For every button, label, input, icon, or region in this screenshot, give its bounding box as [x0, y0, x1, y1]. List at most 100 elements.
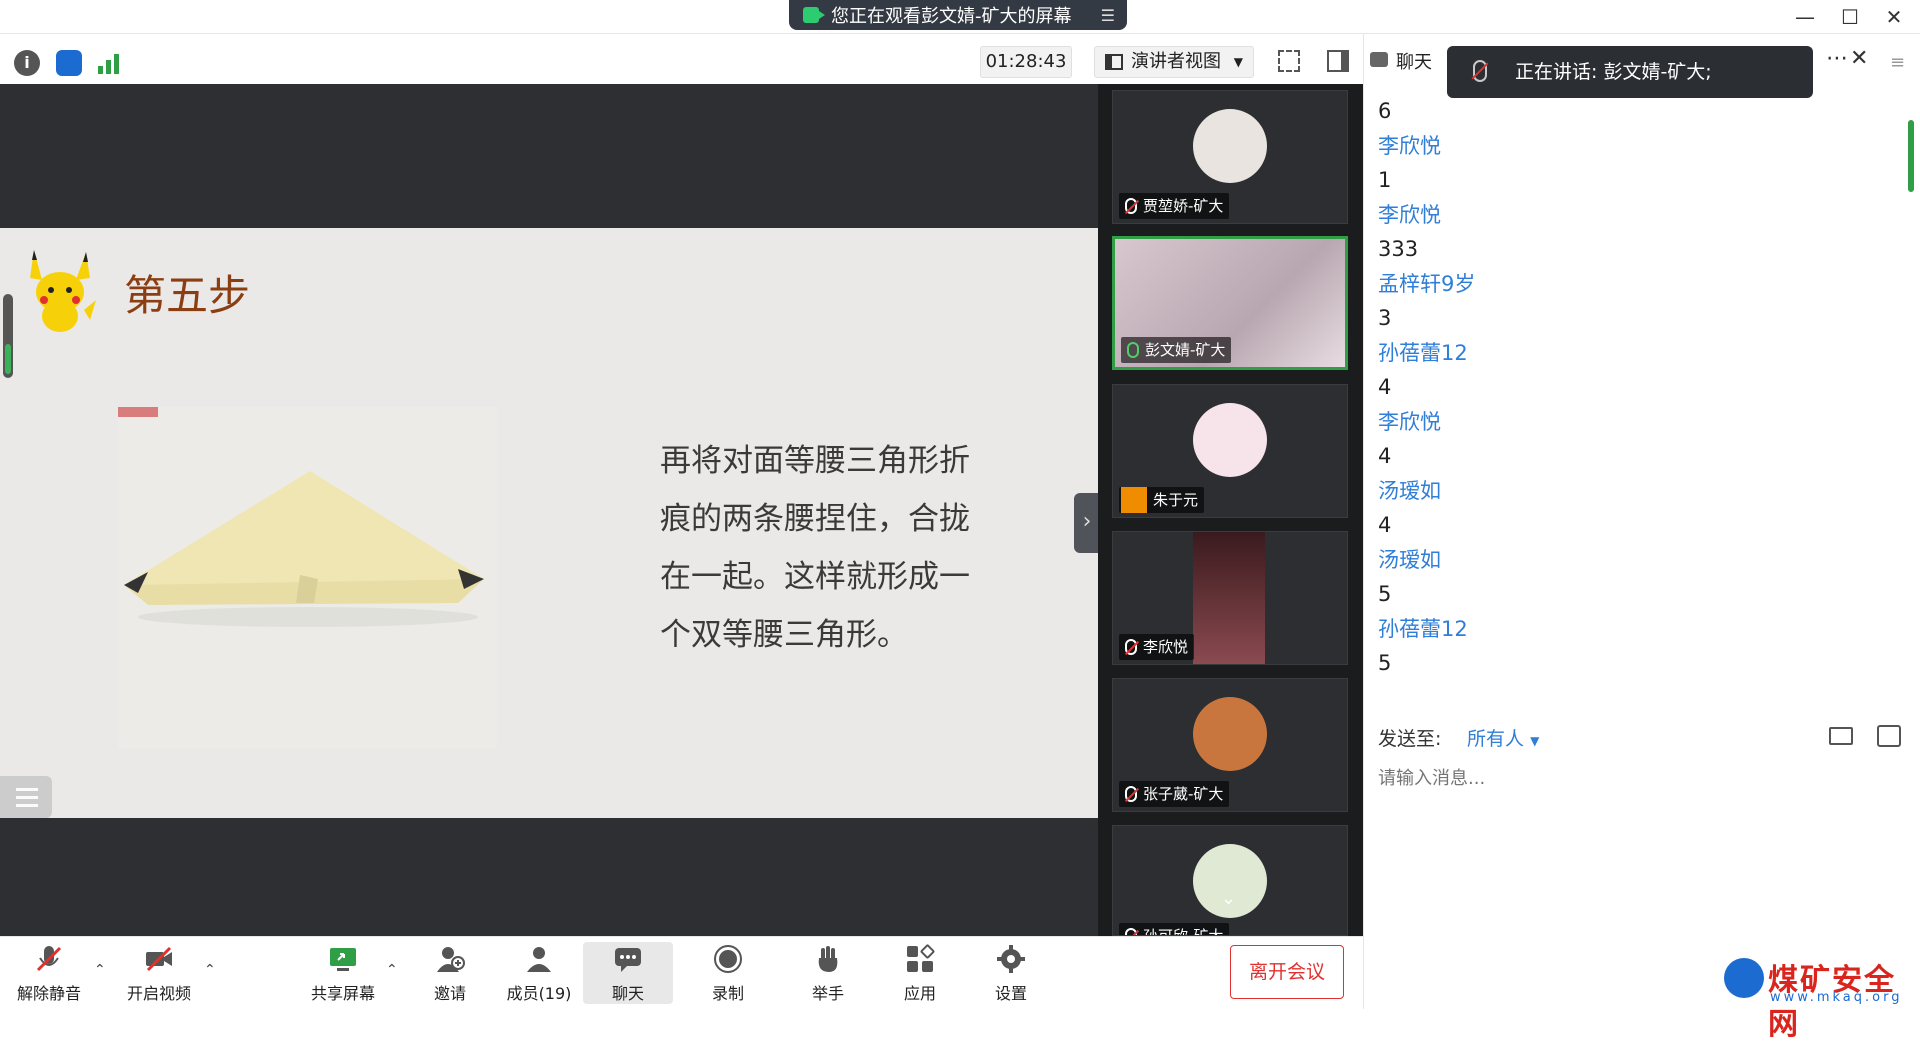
file-icon[interactable] — [1829, 727, 1853, 745]
participant-tile[interactable]: 朱于元 — [1112, 384, 1348, 518]
video-off-icon — [146, 946, 172, 972]
apps-label: 应用 — [903, 984, 936, 1003]
participant-label: 张子葳-矿大 — [1119, 781, 1230, 807]
participant-tile[interactable]: 张子葳-矿大 — [1112, 678, 1348, 812]
add-user-icon — [437, 947, 465, 972]
chat-message-text: 4 — [1378, 375, 1392, 399]
record-label: 录制 — [711, 984, 744, 1003]
list-icon[interactable] — [0, 776, 52, 818]
members-label: 成员(19) — [506, 984, 572, 1003]
video-feed — [1193, 532, 1265, 664]
chat-message-text: 333 — [1378, 237, 1419, 261]
chat-sender-name: 汤瑷如 — [1378, 547, 1441, 572]
leave-meeting-button[interactable]: 离开会议 — [1230, 945, 1344, 999]
share-screen-button[interactable]: 共享屏幕 — [298, 942, 388, 1004]
sidebar-icon[interactable] — [1327, 50, 1349, 72]
maximize-button[interactable]: ☐ — [1830, 2, 1870, 32]
send-to-select[interactable]: 所有人 ▼ — [1467, 724, 1539, 751]
invite-button[interactable]: 邀请 — [405, 942, 495, 1004]
chat-message-text: 5 — [1378, 651, 1392, 675]
mic-off-icon — [1125, 928, 1137, 935]
chat-message-text: 6 — [1378, 99, 1392, 123]
volume-indicator — [3, 294, 13, 378]
mic-off-icon — [36, 946, 62, 972]
share-screen-icon — [330, 948, 356, 971]
raise-hand-button[interactable]: 举手 — [783, 942, 873, 1004]
watermark-logo — [1724, 958, 1764, 998]
participant-label: 贾堃娇-矿大 — [1119, 193, 1230, 219]
close-chat-icon[interactable]: ✕ — [1850, 46, 1868, 71]
chat-sender-name: 孟梓轩9岁 — [1378, 271, 1476, 296]
person-icon — [1121, 487, 1147, 513]
chat-sender-name: 孙蓓蕾12 — [1378, 340, 1468, 365]
collapse-panel-icon[interactable]: ≡ — [1890, 52, 1905, 73]
chevron-down-icon: ▼ — [1233, 55, 1243, 69]
slide-title: 第五步 — [124, 271, 251, 320]
more-options-icon[interactable]: ⋯ — [1826, 46, 1848, 71]
invite-label: 邀请 — [433, 984, 466, 1003]
video-options-caret[interactable]: ⌃ — [204, 962, 216, 978]
apps-icon — [907, 944, 935, 972]
share-options-caret[interactable]: ⌃ — [386, 962, 398, 978]
gear-icon — [997, 945, 1025, 973]
shield-icon[interactable] — [56, 50, 82, 76]
send-to-value: 所有人 — [1467, 728, 1525, 750]
view-mode-label: 演讲者视图 — [1131, 51, 1221, 72]
participant-tile-active[interactable]: 彭文婧-矿大 — [1112, 236, 1348, 370]
participant-tile[interactable]: 李欣悦 — [1112, 531, 1348, 665]
fullscreen-icon[interactable] — [1278, 50, 1300, 72]
chat-sender-name: 汤瑷如 — [1378, 478, 1441, 503]
chat-title: 聊天 — [1396, 52, 1432, 73]
menu-icon[interactable]: ☰ — [1101, 6, 1115, 25]
participant-label: 孙可欣-矿大 — [1119, 923, 1230, 935]
settings-button[interactable]: 设置 — [966, 942, 1056, 1004]
chat-message-text: 4 — [1378, 513, 1392, 537]
mic-off-icon — [1125, 786, 1137, 802]
hand-icon — [818, 946, 838, 972]
mic-off-icon — [1125, 639, 1137, 655]
view-mode-select[interactable]: 演讲者视图 ▼ — [1094, 46, 1254, 78]
participant-tile[interactable]: ⌄ 孙可欣-矿大 — [1112, 825, 1348, 936]
unmute-label: 解除静音 — [16, 984, 81, 1003]
chat-message-input[interactable] — [1378, 760, 1898, 796]
unmute-button[interactable]: 解除静音 — [4, 942, 94, 1004]
members-button[interactable]: 成员(19) — [494, 942, 584, 1004]
share-screen-label: 共享屏幕 — [310, 984, 375, 1003]
speaking-banner: 正在讲话: 彭文婧-矿大; — [1447, 46, 1813, 98]
chat-sender-name: 李欣悦 — [1378, 409, 1441, 434]
apps-button[interactable]: 应用 — [875, 942, 965, 1004]
share-status-text: 您正在观看彭文婧-矿大的屏幕 — [831, 6, 1072, 27]
mic-off-icon — [1473, 60, 1487, 82]
notice-icon[interactable] — [1877, 725, 1901, 747]
signal-icon[interactable] — [98, 52, 122, 74]
speaking-text: 正在讲话: 彭文婧-矿大; — [1515, 61, 1712, 83]
settings-label: 设置 — [994, 984, 1027, 1003]
start-video-label: 开启视频 — [126, 984, 191, 1003]
audio-options-caret[interactable]: ⌃ — [94, 962, 106, 978]
collapse-videos-button[interactable]: › — [1074, 493, 1100, 553]
record-icon — [714, 945, 742, 973]
meeting-timer: 01:28:43 — [980, 46, 1072, 78]
chat-message-list: 6 李欣悦 1 李欣悦 333 孟梓轩9岁 3 孙蓓蕾12 4 李欣悦 4 汤瑷如 4 汤瑷如 5 孙蓓蕾12… — [1378, 94, 1898, 681]
info-icon[interactable]: i — [14, 50, 40, 76]
avatar — [1193, 403, 1267, 477]
chat-sender-name: 孙蓓蕾12 — [1378, 616, 1468, 641]
close-window-button[interactable]: ✕ — [1874, 2, 1914, 32]
record-button[interactable]: 录制 — [683, 942, 773, 1004]
raise-hand-label: 举手 — [811, 984, 844, 1003]
participant-label: 彭文婧-矿大 — [1121, 337, 1232, 363]
chat-scrollbar[interactable] — [1908, 120, 1914, 192]
chat-message-text: 3 — [1378, 306, 1392, 330]
send-to-label: 发送至: — [1378, 728, 1442, 750]
chat-button[interactable]: 聊天 — [583, 942, 673, 1004]
minimize-button[interactable]: — — [1785, 2, 1825, 32]
participant-tile[interactable]: 贾堃娇-矿大 — [1112, 90, 1348, 224]
share-status-pill[interactable]: 您正在观看彭文婧-矿大的屏幕 ☰ — [789, 0, 1127, 30]
chat-message-text: 4 — [1378, 444, 1392, 468]
chat-icon — [615, 948, 641, 972]
start-video-button[interactable]: 开启视频 — [114, 942, 204, 1004]
chat-sender-name: 李欣悦 — [1378, 133, 1441, 158]
chevron-down-icon[interactable]: ⌄ — [1221, 888, 1236, 909]
speaker-view-icon — [1105, 54, 1123, 70]
avatar — [1193, 109, 1267, 183]
